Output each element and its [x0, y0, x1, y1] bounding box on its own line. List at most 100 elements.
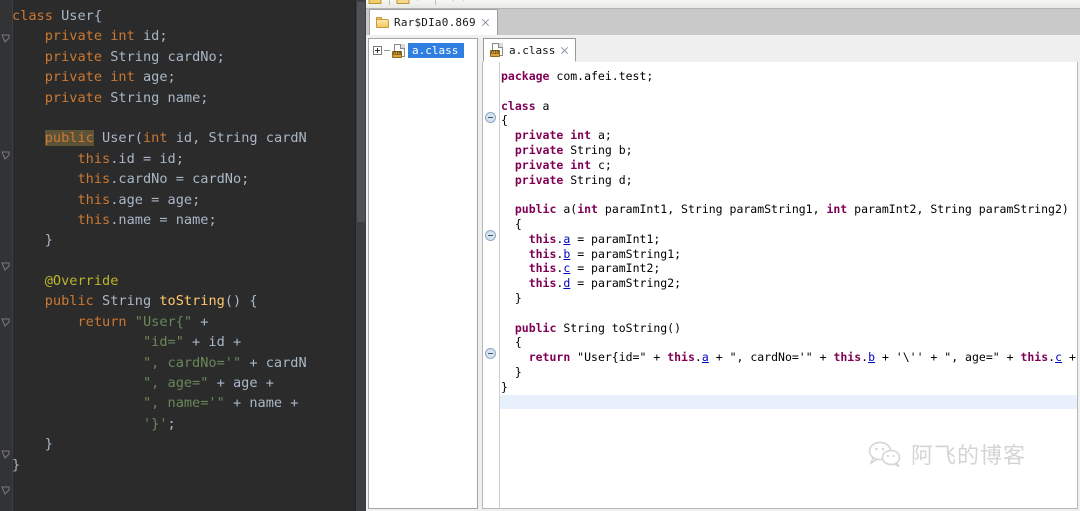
code-token: + — [812, 350, 834, 365]
left-code-content[interactable]: class User{ private int id; private Stri… — [12, 0, 356, 511]
code-token: public — [514, 202, 564, 217]
collapse-marker-icon[interactable] — [485, 112, 496, 123]
code-token: ; — [167, 415, 176, 432]
code-line: } — [12, 434, 356, 454]
code-token: String — [208, 130, 266, 147]
code-token: } — [12, 456, 21, 473]
screenshot-root: class User{ private int id; private Stri… — [0, 0, 1080, 511]
code-line: private int id; — [12, 26, 356, 46]
code-token: class — [501, 98, 543, 113]
wechat-icon — [868, 440, 902, 468]
fold-marker-icon[interactable] — [1, 151, 11, 161]
close-icon[interactable] — [560, 46, 569, 55]
code-line: private int c; — [501, 157, 1077, 173]
code-line: return "User{id=" + this.a + ", cardNo='… — [501, 350, 1077, 365]
code-line: } — [501, 291, 1077, 306]
code-token: id, — [175, 130, 209, 147]
code-line: @Override — [12, 271, 356, 291]
code-token: id; — [142, 28, 168, 45]
open-folder-icon[interactable] — [368, 0, 383, 6]
code-token: int — [570, 157, 598, 172]
code-token: + — [646, 350, 668, 365]
collapse-marker-icon[interactable] — [485, 230, 496, 241]
code-token: ", cardNo='" — [729, 350, 813, 365]
next-arrow-icon[interactable] — [460, 0, 475, 6]
code-token: com.afei.test; — [556, 69, 654, 83]
code-token: this — [77, 191, 111, 208]
code-token: private — [514, 157, 571, 172]
code-token: return — [528, 350, 578, 365]
forward-arrow-icon[interactable] — [414, 0, 429, 6]
code-line: this.a = paramInt1; — [501, 231, 1077, 247]
archive-tree-panel[interactable]: 010 a.class — [368, 38, 478, 509]
code-token: + age + — [208, 375, 274, 392]
code-token: } — [12, 436, 53, 453]
code-token: private — [44, 28, 111, 45]
code-line: } — [501, 380, 1077, 395]
close-icon[interactable] — [481, 18, 490, 27]
editor-tab-a-class[interactable]: 010 a.class — [483, 38, 577, 62]
window-tab-archive[interactable]: Rar$DIa0.869 — [369, 9, 498, 35]
tree-item-label: a.class — [408, 43, 465, 58]
code-line: private String cardNo; — [12, 47, 356, 67]
code-token: b — [868, 350, 876, 365]
code-token: cardN — [265, 130, 307, 147]
fold-marker-icon[interactable] — [1, 34, 11, 44]
code-token: String b; — [570, 142, 633, 157]
watermark: 阿飞的博客 — [868, 438, 1026, 470]
fold-marker-icon[interactable] — [1, 450, 11, 460]
code-token: + — [923, 350, 945, 365]
fold-marker-icon[interactable] — [1, 486, 11, 496]
code-token: int — [570, 128, 598, 143]
code-token: private — [44, 69, 111, 86]
code-token: private — [44, 89, 111, 106]
code-token: + — [192, 313, 209, 330]
tree-item-a-class[interactable]: 010 a.class — [373, 43, 465, 58]
left-editor-scrollbar[interactable] — [355, 0, 366, 511]
code-token: paramInt2, String paramString2) — [854, 202, 1069, 217]
code-token: ", name='" — [142, 395, 225, 412]
code-token: this — [528, 261, 557, 276]
code-line: '}'; — [12, 414, 356, 434]
code-line: { — [501, 217, 1077, 232]
folder-icon[interactable] — [396, 0, 411, 6]
back-arrow-icon[interactable] — [442, 0, 457, 6]
collapse-marker-icon[interactable] — [485, 348, 496, 359]
editor-fold-gutter[interactable] — [483, 62, 500, 508]
code-token: int — [826, 202, 855, 217]
code-token: String d; — [570, 172, 633, 187]
expand-plus-icon[interactable] — [373, 46, 382, 55]
fold-marker-icon[interactable] — [1, 318, 11, 328]
code-token: ", age=" — [944, 350, 1000, 365]
window-toolbar — [366, 0, 1080, 9]
code-token: this — [77, 211, 111, 228]
code-line: class a — [501, 98, 1077, 114]
code-token: "User{id=" — [577, 350, 647, 365]
code-token: this — [77, 171, 111, 188]
code-token: "User{" — [134, 313, 193, 330]
code-line: { — [501, 335, 1077, 350]
scrollbar-thumb[interactable] — [357, 2, 365, 222]
editor-tab-strip: 010 a.class — [482, 38, 1078, 63]
fold-marker-icon[interactable] — [1, 262, 11, 272]
code-token: = paramInt1; — [570, 231, 661, 246]
code-line: ", age=" + age + — [12, 373, 356, 393]
code-token: { — [501, 335, 522, 350]
code-line: private int a; — [501, 128, 1077, 143]
code-token: private — [514, 142, 571, 157]
code-token: ", age=" — [142, 375, 209, 392]
code-line: return "User{" + — [12, 312, 356, 332]
